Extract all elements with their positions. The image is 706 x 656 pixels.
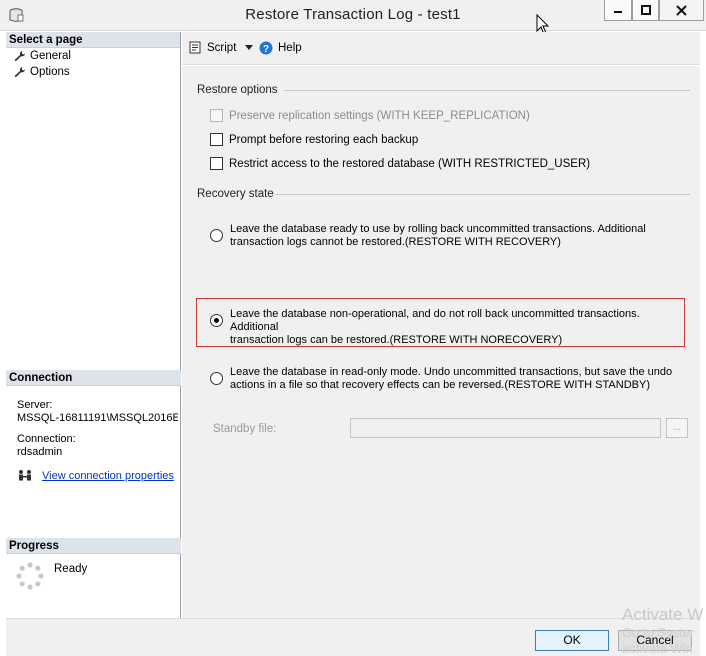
svg-text:?: ? — [263, 44, 269, 55]
toolbar: Script ? Help — [182, 32, 700, 65]
maximize-button[interactable] — [632, 0, 659, 21]
dialog-button-bar: OK Cancel — [6, 618, 700, 656]
activate-windows-watermark: Activate W Go to Syster activate Win — [622, 604, 703, 656]
view-connection-properties-link[interactable]: View connection properties — [42, 470, 174, 482]
recovery-option-line2: transaction logs can be restored.(RESTOR… — [230, 334, 563, 346]
chevron-down-icon[interactable] — [245, 44, 254, 51]
right-pane: Script ? Help Restore options Preserve r… — [182, 32, 700, 618]
recovery-option-line2: transaction logs cannot be restored.(RES… — [230, 236, 561, 248]
close-button[interactable] — [659, 0, 704, 21]
recovery-option-restore-with-norecovery[interactable]: Leave the database non-operational, and … — [210, 308, 690, 347]
keep-replication-label: Preserve replication settings (WITH KEEP… — [229, 109, 530, 122]
restricted-user-checkbox[interactable]: Restrict access to the restored database… — [210, 157, 590, 170]
ok-button[interactable]: OK — [535, 630, 609, 651]
recovery-state-divider — [276, 194, 690, 195]
connection-header: Connection — [6, 370, 181, 386]
options-content: Restore options Preserve replication set… — [182, 66, 700, 618]
prompt-before-restore-checkbox[interactable]: Prompt before restoring each backup — [210, 133, 418, 146]
standby-file-label: Standby file: — [213, 423, 277, 435]
browse-standby-button[interactable]: ... — [666, 418, 688, 438]
prompt-before-restore-label: Prompt before restoring each backup — [229, 133, 419, 146]
left-pane: Select a page General Options Connection… — [6, 32, 181, 618]
page-general[interactable]: General — [6, 48, 180, 64]
maximize-icon — [640, 5, 651, 15]
server-label: Server: — [17, 399, 53, 411]
script-label: Script — [207, 41, 237, 54]
keep-replication-checkbox[interactable]: Preserve replication settings (WITH KEEP… — [210, 109, 530, 122]
help-icon: ? — [259, 41, 273, 55]
recovery-option-line1: Leave the database non-operational, and … — [230, 308, 640, 333]
wrench-icon — [14, 51, 25, 62]
wrench-icon — [14, 67, 25, 78]
recovery-option-line1: Leave the database ready to use by rolli… — [230, 223, 646, 235]
restore-options-title: Restore options — [197, 84, 278, 96]
checkbox-box[interactable] — [210, 133, 223, 146]
progress-header: Progress — [6, 538, 181, 554]
standby-file-input[interactable] — [350, 418, 661, 438]
radio-button[interactable] — [210, 229, 223, 242]
recovery-option-line1: Leave the database in read-only mode. Un… — [230, 366, 673, 378]
connection-properties-icon — [19, 470, 31, 481]
recovery-state-title: Recovery state — [197, 188, 274, 200]
recovery-option-restore-with-standby[interactable]: Leave the database in read-only mode. Un… — [210, 366, 690, 392]
minimize-button[interactable] — [604, 0, 632, 21]
checkbox-box[interactable] — [210, 157, 223, 170]
script-icon — [189, 41, 201, 54]
server-value: MSSQL-16811191\MSSQL2016E — [17, 412, 178, 424]
watermark-line3: activate Win — [622, 641, 693, 656]
window-title: Restore Transaction Log - test1 — [245, 6, 461, 23]
radio-button[interactable] — [210, 372, 223, 385]
connection-label: Connection: — [17, 433, 76, 445]
page-general-label: General — [30, 50, 71, 62]
restore-options-divider — [284, 90, 690, 91]
close-icon — [676, 4, 687, 16]
checkbox-box[interactable] — [210, 109, 223, 122]
connection-value: rdsadmin — [17, 446, 63, 458]
progress-status: Ready — [54, 563, 88, 575]
progress-spinner-icon — [16, 562, 44, 590]
recovery-option-restore-with-recovery[interactable]: Leave the database ready to use by rolli… — [210, 223, 690, 249]
page-options-label: Options — [30, 66, 70, 78]
select-page-header: Select a page — [6, 32, 180, 48]
minimize-icon — [614, 11, 622, 13]
help-label: Help — [278, 42, 302, 54]
restricted-user-label: Restrict access to the restored database… — [229, 157, 591, 170]
page-options[interactable]: Options — [6, 64, 180, 80]
help-button[interactable]: ? Help — [259, 41, 302, 55]
script-button[interactable]: Script — [189, 41, 254, 54]
progress-section: Progress Ready — [6, 538, 181, 590]
recovery-option-line2: actions in a file so that recovery effec… — [230, 379, 650, 391]
title-bar: Restore Transaction Log - test1 — [0, 0, 706, 35]
connection-section: Connection Server: MSSQL-16811191\MSSQL2… — [6, 370, 181, 483]
radio-button-selected[interactable] — [210, 314, 223, 327]
